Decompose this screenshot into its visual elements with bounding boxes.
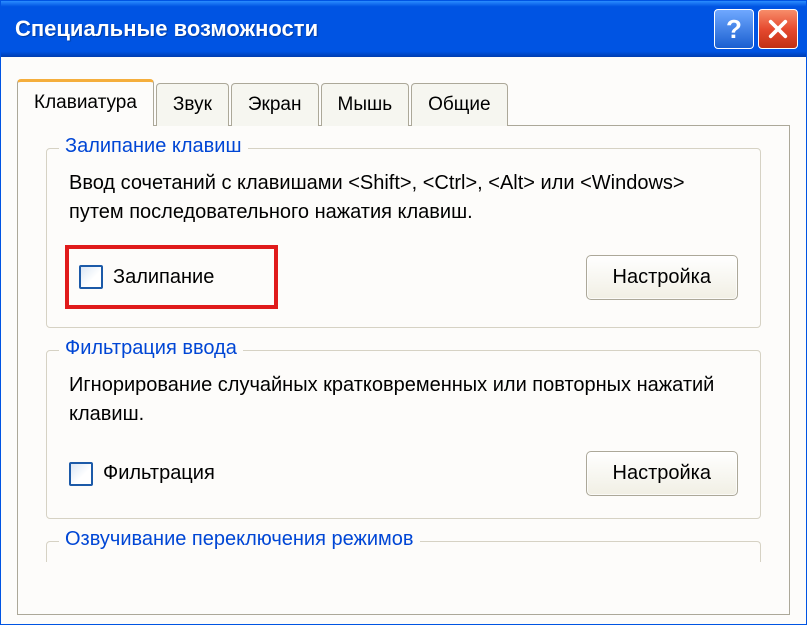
sticky-settings-button[interactable]: Настройка — [586, 255, 738, 300]
help-icon: ? — [726, 14, 742, 45]
accessibility-dialog: Специальные возможности ? Клавиатура Зву… — [0, 0, 807, 625]
groupbox-filter-keys: Фильтрация ввода Игнорирование случайных… — [46, 350, 761, 519]
tab-general[interactable]: Общие — [411, 83, 507, 126]
sticky-checkbox-wrap[interactable]: Залипание — [69, 249, 274, 305]
help-button[interactable]: ? — [714, 9, 754, 49]
groupbox-sticky-keys: Залипание клавиш Ввод сочетаний с клавиш… — [46, 148, 761, 328]
close-icon — [767, 18, 789, 40]
filter-settings-button[interactable]: Настройка — [586, 451, 738, 496]
tab-sound[interactable]: Звук — [156, 83, 229, 126]
tab-panel-keyboard: Залипание клавиш Ввод сочетаний с клавиш… — [17, 125, 790, 615]
filter-checkbox[interactable] — [69, 462, 93, 486]
filter-description: Игнорирование случайных кратковременных … — [69, 371, 738, 429]
tab-mouse[interactable]: Мышь — [321, 83, 410, 126]
filter-checkbox-label: Фильтрация — [103, 462, 215, 485]
filter-checkbox-wrap[interactable]: Фильтрация — [69, 462, 215, 486]
tab-keyboard[interactable]: Клавиатура — [17, 79, 154, 126]
groupbox-toggle-keys: Озвучивание переключения режимов — [46, 541, 761, 562]
groupbox-sticky-title: Залипание клавиш — [59, 135, 248, 158]
filter-row: Фильтрация Настройка — [69, 451, 738, 496]
titlebar-buttons: ? — [714, 9, 798, 49]
tab-display[interactable]: Экран — [231, 83, 319, 126]
close-button[interactable] — [758, 9, 798, 49]
groupbox-toggle-title: Озвучивание переключения режимов — [59, 528, 420, 551]
window-title: Специальные возможности — [15, 16, 318, 42]
dialog-content: Клавиатура Звук Экран Мышь Общие Залипан… — [1, 57, 806, 624]
tab-strip: Клавиатура Звук Экран Мышь Общие — [17, 79, 790, 126]
sticky-checkbox[interactable] — [79, 265, 103, 289]
sticky-checkbox-label: Залипание — [113, 266, 214, 289]
titlebar: Специальные возможности ? — [1, 1, 806, 57]
sticky-row: Залипание Настройка — [69, 249, 738, 305]
groupbox-filter-title: Фильтрация ввода — [59, 337, 243, 360]
sticky-description: Ввод сочетаний с клавишами <Shift>, <Ctr… — [69, 169, 738, 227]
